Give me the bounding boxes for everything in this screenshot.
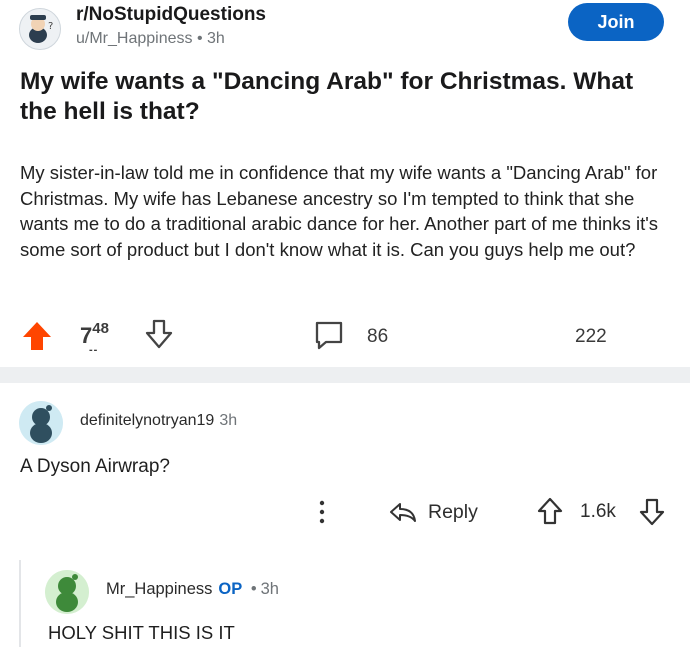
reply-button[interactable]: Reply	[388, 498, 478, 526]
reply-age: 3h	[260, 580, 279, 598]
op-badge: OP	[218, 580, 243, 598]
reply-author: Mr_Happiness OP • 3h	[106, 580, 279, 599]
share-count[interactable]: 222	[575, 326, 607, 348]
reply-text: HOLY SHIT THIS IS IT	[48, 622, 235, 643]
post-vote-count: 748--	[80, 320, 118, 356]
reply-label: Reply	[428, 500, 478, 523]
comment-icon[interactable]	[312, 318, 346, 352]
comment-upvote-icon[interactable]	[537, 497, 563, 525]
subreddit-name[interactable]: r/NoStupidQuestions	[76, 4, 266, 26]
comment-count[interactable]: 86	[367, 326, 388, 348]
join-button[interactable]: Join	[568, 3, 664, 41]
downvote-icon[interactable]	[144, 318, 174, 350]
reply-icon	[390, 503, 416, 522]
vote-count-rest: 48	[92, 320, 109, 338]
post-title[interactable]: My wife wants a "Dancing Arab" for Chris…	[20, 67, 675, 127]
comment-score: 1.6k	[580, 501, 616, 522]
more-options-icon[interactable]	[312, 497, 332, 527]
post-body: My sister-in-law told me in confidence t…	[20, 162, 659, 260]
meta-separator: •	[196, 30, 203, 47]
section-divider	[0, 367, 690, 383]
reply-separator: •	[250, 580, 257, 598]
op-avatar-icon[interactable]	[45, 570, 89, 614]
vote-count-smudge: --	[88, 344, 99, 356]
svg-text:?: ?	[48, 21, 53, 32]
upvote-icon[interactable]	[20, 319, 54, 353]
post-meta: u/Mr_Happiness • 3h	[76, 30, 225, 48]
user-avatar-icon[interactable]	[19, 401, 63, 445]
post-age: 3h	[207, 30, 225, 47]
thread-line	[19, 560, 21, 647]
post-author[interactable]: u/Mr_Happiness	[76, 30, 193, 47]
subreddit-avatar-icon: ?	[20, 9, 60, 49]
comment-username[interactable]: definitelynotryan19	[80, 412, 214, 429]
comment-downvote-icon[interactable]	[639, 498, 665, 526]
subreddit-avatar[interactable]: ?	[19, 8, 61, 50]
comment-author: definitelynotryan19 3h	[80, 412, 237, 430]
reply-username[interactable]: Mr_Happiness	[106, 580, 212, 598]
comment-age: 3h	[219, 412, 238, 429]
comment-text: A Dyson Airwrap?	[20, 456, 170, 477]
